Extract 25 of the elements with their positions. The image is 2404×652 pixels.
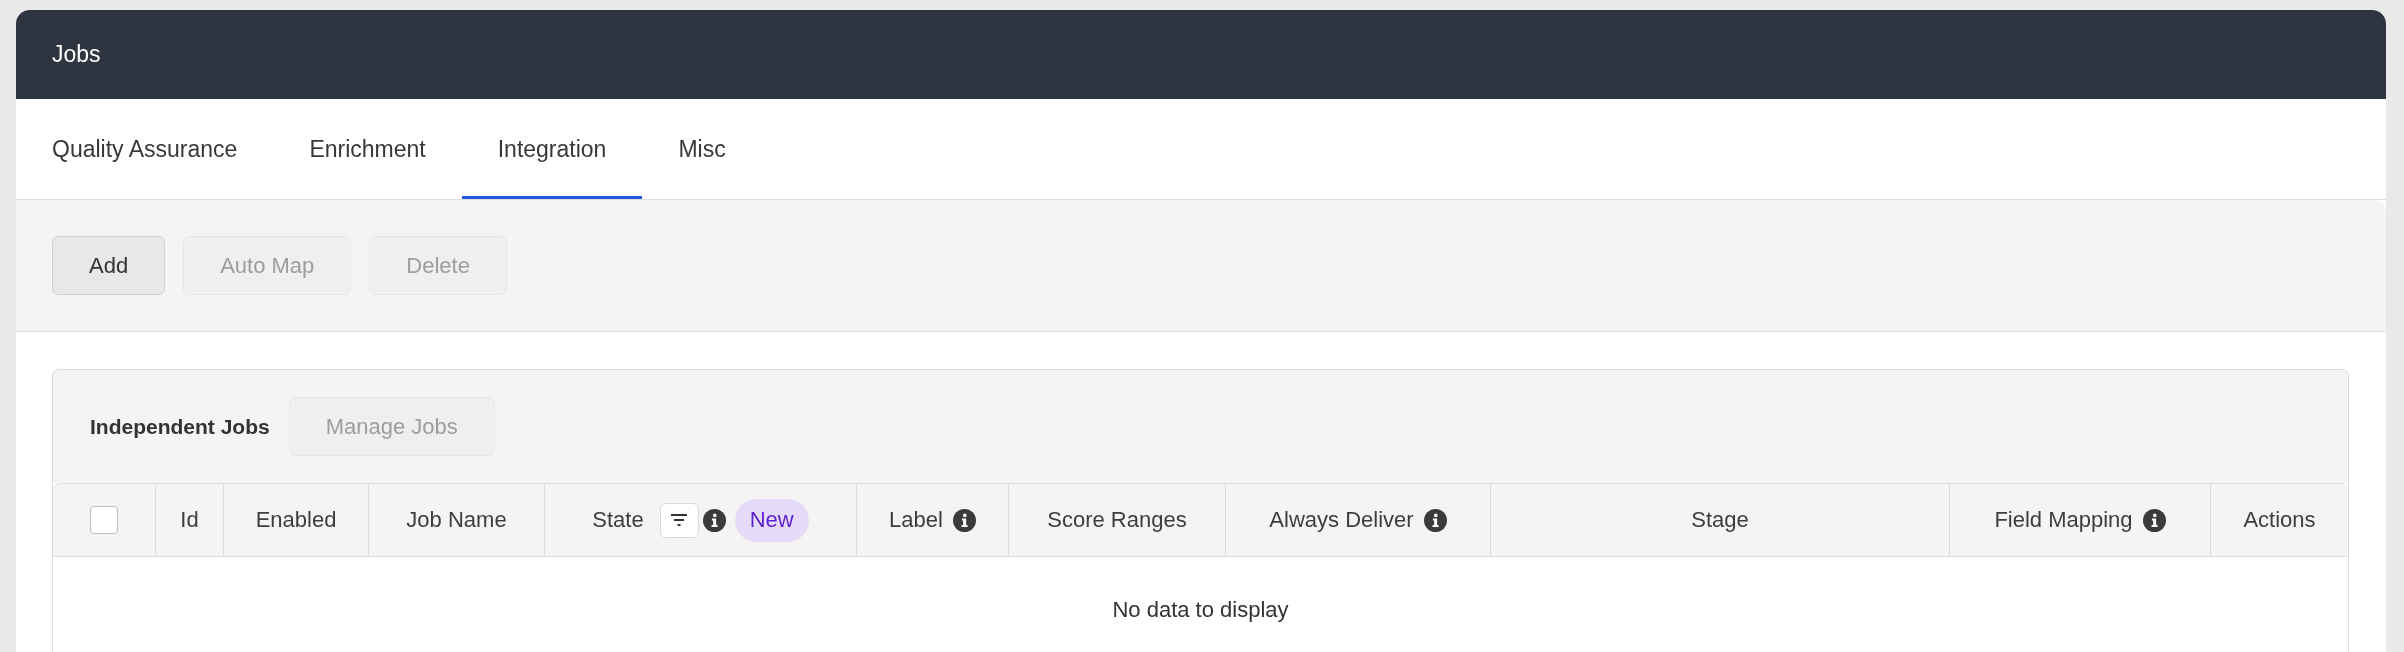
select-all-checkbox[interactable] — [90, 506, 118, 534]
tab[interactable]: Quality Assurance — [16, 99, 274, 199]
toolbar-button[interactable]: Add — [52, 236, 166, 295]
column-header: Label — [889, 507, 943, 533]
column-header: Field Mapping — [1994, 507, 2133, 533]
tab[interactable]: Misc — [642, 99, 762, 199]
filter-button[interactable] — [659, 502, 699, 538]
window-title: Jobs — [52, 41, 101, 68]
column-header: Id — [180, 507, 199, 533]
panel-title: Independent Jobs — [90, 414, 270, 439]
filter-icon — [671, 514, 688, 526]
column-header: Job Name — [406, 507, 507, 533]
info-icon[interactable] — [2142, 508, 2166, 532]
column-header: Score Ranges — [1047, 507, 1187, 533]
info-icon[interactable] — [1423, 508, 1447, 532]
column-header: State — [592, 507, 644, 533]
column-header: Enabled — [255, 507, 337, 533]
new-badge: New — [734, 498, 809, 542]
column-header: Stage — [1691, 507, 1749, 533]
tab[interactable]: Enrichment — [273, 99, 462, 199]
info-icon[interactable] — [702, 508, 726, 532]
empty-message: No data to display — [1112, 597, 1289, 622]
column-header: Actions — [2243, 507, 2316, 533]
column-header: Always Deliver — [1269, 507, 1414, 533]
info-icon[interactable] — [952, 508, 976, 532]
